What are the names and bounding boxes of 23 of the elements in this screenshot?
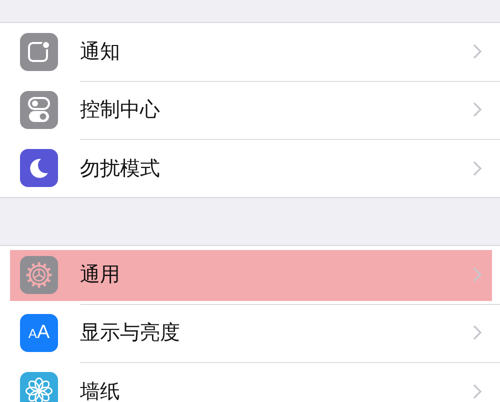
settings-label: 墙纸 — [80, 378, 120, 402]
settings-row[interactable]: 控制中心 — [0, 81, 500, 139]
settings-row[interactable]: 墙纸 — [0, 362, 500, 402]
settings-row[interactable]: 通用 — [0, 246, 500, 304]
settings-label: 通用 — [80, 261, 120, 288]
chevron-icon — [473, 102, 482, 117]
moon-icon — [20, 149, 58, 187]
settings-label: 显示与亮度 — [80, 319, 180, 346]
chevron-icon — [473, 267, 482, 282]
display-icon-text: AA — [28, 322, 50, 344]
chevron-icon — [473, 384, 482, 398]
notification-icon — [20, 33, 58, 71]
settings-label: 通知 — [80, 38, 120, 65]
chevron-icon — [473, 160, 482, 176]
settings-label: 控制中心 — [80, 96, 160, 123]
chevron-icon — [473, 325, 482, 340]
settings-label: 勿扰模式 — [80, 154, 160, 182]
toggle-switches-icon — [20, 91, 58, 129]
settings-row[interactable]: 勿扰模式 — [0, 139, 500, 197]
gear-icon — [20, 256, 58, 294]
settings-row[interactable]: 通知 — [0, 23, 500, 81]
chevron-icon — [473, 44, 482, 59]
settings-row[interactable]: AA 显示与亮度 — [0, 304, 500, 362]
